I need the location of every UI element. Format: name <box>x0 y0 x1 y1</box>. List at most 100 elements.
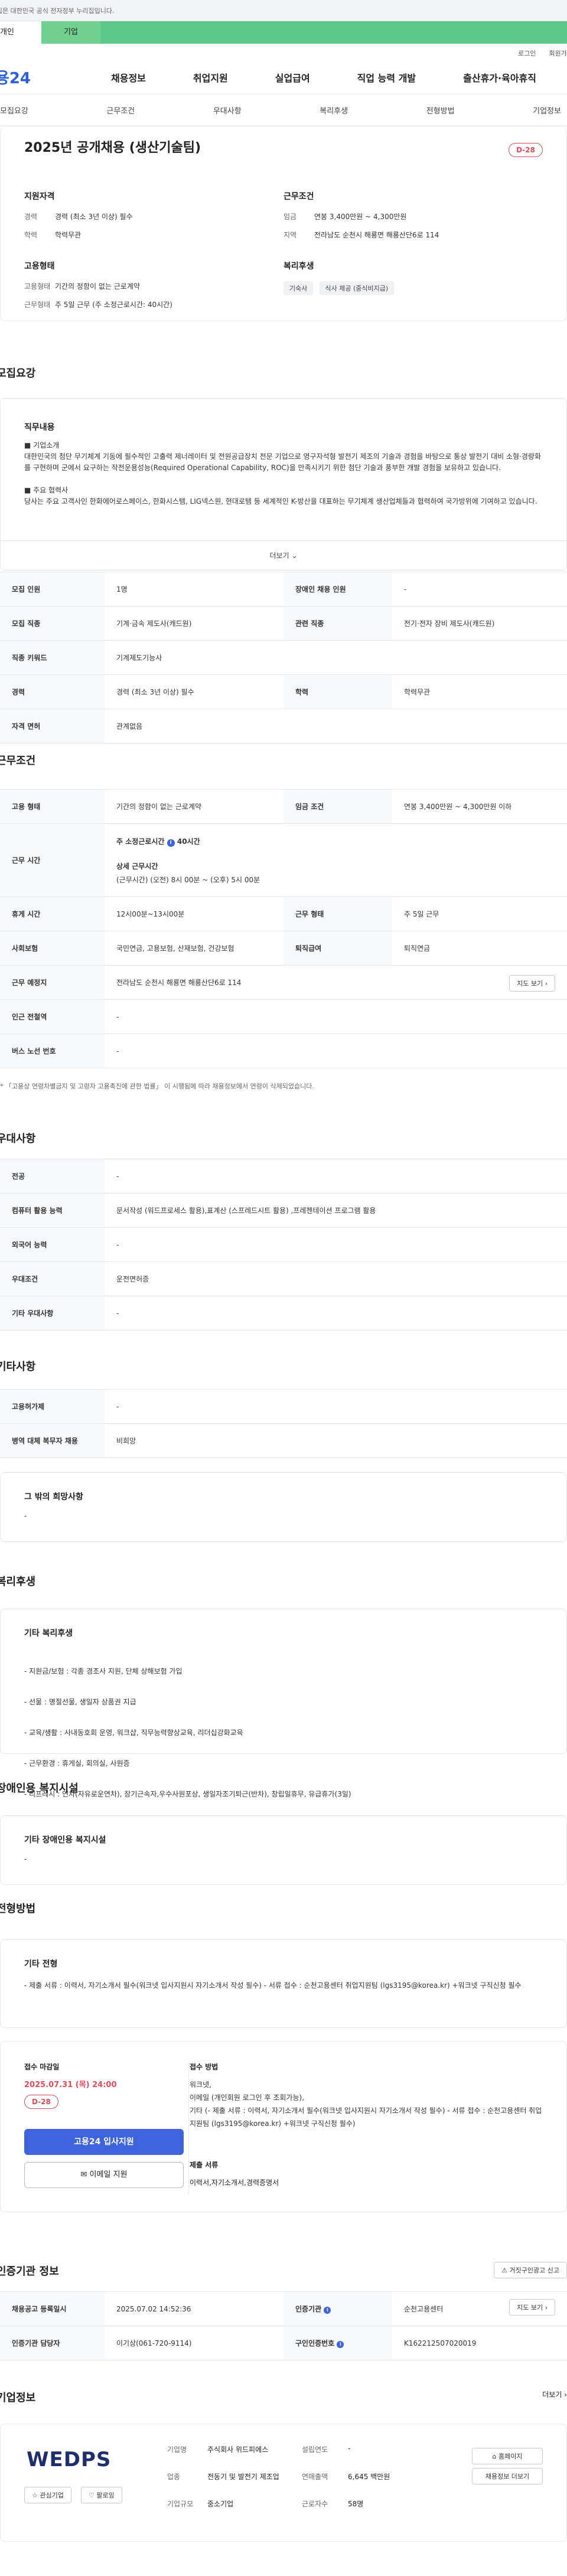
gnb-employment-support[interactable]: 취업지원 <box>193 70 228 84</box>
etc-table: 고용허가제 - 병역 대체 복무자 채용 비희망 <box>0 1389 567 1458</box>
follow-button[interactable]: ♡ 팔로잉 <box>81 2487 122 2503</box>
gov-banner: 이 누리집은 대한민국 공식 전자정부 누리집입니다. <box>0 0 567 21</box>
report-label: 거짓구인광고 신고 <box>509 2267 559 2274</box>
disabled-box: 기타 장애인용 복지시설 - <box>0 1815 567 1885</box>
region-value: 전라남도 순천시 해룡면 해룡산단6로 114 <box>314 231 439 239</box>
table-value: 연봉 3,400만원 ~ 4,300만원 이하 <box>392 789 567 824</box>
map-button[interactable]: 지도 보기 › <box>509 2299 555 2316</box>
login-link[interactable]: 로그인 <box>518 48 536 57</box>
fav-button[interactable]: ☆ 관심기업 <box>24 2487 71 2503</box>
snb-process[interactable]: 전형방법 <box>426 105 455 116</box>
agency-name: 순천고용센터 <box>404 2305 444 2313</box>
apply-button[interactable]: 고용24 입사지원 <box>24 2129 184 2155</box>
gnb-training[interactable]: 직업 능력 개발 <box>357 70 416 84</box>
table-key: 근무 형태 <box>284 896 392 931</box>
table-key: 우대조건 <box>0 1261 105 1296</box>
table-key-label: 구인인증번호 <box>295 2339 335 2347</box>
gnb-jobs[interactable]: 채용정보 <box>111 70 146 84</box>
table-key: 사회보험 <box>0 931 105 966</box>
table-value: 전기·전자 장비 제도사(캐드원) <box>392 606 567 641</box>
table-value: 관계없음 <box>105 709 567 744</box>
gnb-unemployment[interactable]: 실업급여 <box>275 70 310 84</box>
main-nav: 고용24 채용정보 취업지원 실업급여 직업 능력 개발 출산휴가·육아휴직 <box>0 60 567 94</box>
table-value: - <box>392 572 567 606</box>
summary-card: 2025년 공개채용 (생산기술팀) D-28 지원자격 경력 경력 (최소 3년… <box>0 126 567 321</box>
table-value: 12시00분~13시00분 <box>105 896 284 931</box>
hours-heading: 주 소정근로시간 <box>116 837 165 846</box>
company-jobs-button[interactable]: 채용정보 더보기 <box>472 2468 543 2484</box>
disabled-heading: 기타 장애인용 복지시설 <box>24 1835 106 1845</box>
pref-section: 우대사항 전공 - 컴퓨터 활용 능력 문서작성 (워드프로세스 활용),표계산 (… <box>0 1130 567 1331</box>
tab-company[interactable]: 기업 <box>41 21 100 44</box>
table-key: 근무 시간 <box>0 823 105 897</box>
conditions-section: 근무조건 고용 형태 기간의 정함이 없는 근로계약 임금 조건 연봉 3,400만원… <box>0 752 567 1091</box>
cond-heading: 근무조건 <box>284 192 314 201</box>
table-value: 운전면허증 <box>105 1261 567 1296</box>
place-cell: 전라남도 순천시 해룡면 해룡산단6로 114 지도 보기 › <box>105 965 567 1000</box>
welfare-chip: 식사 제공 (중식비지급) <box>319 281 395 295</box>
company-value: 주식회사 위드피에스 <box>207 2445 269 2454</box>
company-value: 6,645 백만원 <box>348 2473 390 2481</box>
info-icon[interactable]: i <box>337 2341 344 2348</box>
welfare-heading: 복리후생 <box>284 262 314 271</box>
process-text: - 제출 서류 : 이력서, 자기소개서 필수(워크넷 입사지원시 자기소개서 … <box>24 1981 522 1990</box>
signup-link[interactable]: 회원가입 <box>549 48 567 57</box>
cond-table: 고용 형태 기간의 정함이 없는 근로계약 임금 조건 연봉 3,400만원 ~ 4,… <box>0 789 567 1068</box>
company-more-label: 더보기 <box>542 2391 562 2399</box>
snb-welfare[interactable]: 복리후생 <box>320 105 348 116</box>
info-icon[interactable]: i <box>324 2307 331 2314</box>
company-more-link[interactable]: 더보기 › <box>542 2389 567 2399</box>
table-row: 근무 예정지 전라남도 순천시 해룡면 해룡산단6로 114 지도 보기 › <box>0 965 567 1000</box>
table-value: - <box>105 1227 567 1262</box>
emp-heading: 고용형태 <box>24 262 55 271</box>
emptype-value: 기간의 정함이 없는 근로계약 <box>55 282 140 291</box>
snb-company[interactable]: 기업정보 <box>533 105 561 116</box>
detail-value: (근무시간) (오전) 8시 00분 ~ (오후) 5시 00분 <box>116 875 260 884</box>
company-value: 중소기업 <box>207 2500 234 2508</box>
deadline-value: 2025.07.31 (목) 24:00 <box>24 2081 117 2089</box>
welfare-chip: 기숙사 <box>284 281 314 295</box>
table-value: 경력 (최소 3년 이상) 필수 <box>105 674 284 709</box>
hours-value: 40시간 <box>177 837 200 846</box>
more-button[interactable]: 더보기 ⌄ <box>1 540 566 570</box>
company-info: 기업명 주식회사 위드피에스 설립연도 - 업종 전동기 및 발전기 제조업 연매출액 6,… <box>167 2444 427 2516</box>
hope-value: - <box>24 1512 27 1520</box>
table-value: 1명 <box>105 572 284 606</box>
snb-conditions[interactable]: 근무조건 <box>106 105 135 116</box>
table-row: 우대조건 운전면허증 <box>0 1261 567 1296</box>
recruit-title: 모집요강 <box>0 367 36 380</box>
table-row: 고용허가제 - <box>0 1389 567 1424</box>
table-key: 모집 인원 <box>0 572 105 606</box>
tab-personal[interactable]: 개인 <box>0 21 41 44</box>
region-key: 지역 <box>284 231 297 239</box>
docs-value: 이력서,자기소개서,경력증명서 <box>190 2179 279 2187</box>
homepage-button[interactable]: ⌂ 홈페이지 <box>472 2448 543 2464</box>
gnb-leave[interactable]: 출산휴가·육아휴직 <box>463 70 536 84</box>
table-row: 경력 경력 (최소 3년 이상) 필수 학력 학력무관 <box>0 674 567 709</box>
snb-recruit[interactable]: 모집요강 <box>0 105 28 116</box>
table-value: K162212507020019 <box>392 2326 567 2360</box>
region-row: 지역 전라남도 순천시 해룡면 해룡산단6로 114 <box>284 230 543 240</box>
table-value: 기간의 정함이 없는 근로계약 <box>105 789 284 824</box>
list-item: - 교육/생활 : 사내동호회 운영, 워크샵, 직무능력향상교육, 리더십강화… <box>24 1729 243 1737</box>
table-row: 고용 형태 기간의 정함이 없는 근로계약 임금 조건 연봉 3,400만원 ~ 4,… <box>0 789 567 824</box>
table-key: 학력 <box>284 674 392 709</box>
map-button[interactable]: 지도 보기 › <box>509 975 555 992</box>
email-apply-button[interactable]: ✉ 이메일 지원 <box>24 2162 184 2188</box>
table-row: 휴게 시간 12시00분~13시00분 근무 형태 주 5일 근무 <box>0 896 567 931</box>
info-icon[interactable]: i <box>167 839 175 847</box>
site-logo[interactable]: 고용24 <box>0 66 111 88</box>
snb-preferences[interactable]: 우대사항 <box>213 105 242 116</box>
fav-label: 관심기업 <box>40 2492 64 2499</box>
emptype-row: 고용형태 기간의 정함이 없는 근로계약 <box>24 281 284 291</box>
edu-key: 학력 <box>24 231 38 239</box>
method-value: 워크넷, 이메일 (개인회원 로그인 후 조회가능), 기타 (- 제출 서류 … <box>190 2081 542 2128</box>
report-button[interactable]: ⚠ 거짓구인광고 신고 <box>494 2262 567 2278</box>
company-key: 설립연도 <box>302 2445 328 2454</box>
table-value: - <box>105 1296 567 1331</box>
section-nav: 모집요강 근무조건 우대사항 복리후생 전형방법 기업정보 <box>0 94 567 126</box>
edu-row: 학력 학력무관 <box>24 230 284 240</box>
qual-heading: 지원자격 <box>24 192 55 201</box>
edu-value: 학력무관 <box>55 231 82 239</box>
company-box: WEDPS ☆ 관심기업 ♡ 팔로잉 기업명 주식회사 위드피에스 설립연도 - 업종… <box>0 2424 567 2542</box>
